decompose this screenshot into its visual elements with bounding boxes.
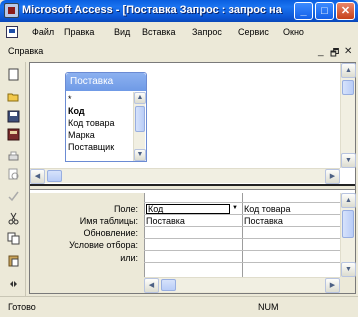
scroll-right-icon[interactable]: ▶ xyxy=(325,169,340,184)
field-list-scrollbar[interactable]: ▲ ▼ xyxy=(133,92,146,161)
scroll-thumb[interactable] xyxy=(342,210,354,238)
scroll-thumb[interactable] xyxy=(47,170,62,182)
scroll-left-icon[interactable]: ◀ xyxy=(30,169,45,184)
status-text: Готово xyxy=(8,302,36,312)
pane-splitter[interactable] xyxy=(30,184,355,190)
query-design-window: Поставка * Код Код товара Марка Поставщи… xyxy=(29,62,356,294)
field-combo-1[interactable]: Код xyxy=(146,204,230,214)
status-bar: Готово NUM xyxy=(0,296,358,317)
open-icon[interactable] xyxy=(7,90,20,103)
field-cell-2[interactable]: Код товара xyxy=(244,204,291,214)
title-bar: Microsoft Access - [Поставка Запрос : за… xyxy=(0,0,358,22)
grid-line xyxy=(144,250,340,251)
menu-help[interactable]: Справка xyxy=(8,46,43,56)
new-icon[interactable] xyxy=(7,68,20,81)
design-grid: Поле: Имя таблицы: Обновление: Условие о… xyxy=(30,193,356,293)
cut-icon[interactable] xyxy=(7,212,20,225)
scroll-right-icon[interactable]: ▶ xyxy=(325,278,340,293)
toolbar-more-icon[interactable] xyxy=(7,278,20,291)
preview-icon[interactable] xyxy=(7,168,20,181)
row-label-or: или: xyxy=(120,253,138,263)
field-list-item[interactable]: Марка xyxy=(68,129,130,141)
field-list-item[interactable]: Код xyxy=(68,105,130,117)
grid-line xyxy=(144,226,340,227)
close-button[interactable]: ✕ xyxy=(336,2,355,20)
grid-line xyxy=(144,262,340,263)
print-icon[interactable] xyxy=(7,150,20,163)
mdi-restore-button[interactable]: 🗗 xyxy=(330,46,339,63)
scroll-up-icon[interactable]: ▲ xyxy=(134,92,146,104)
app-icon[interactable] xyxy=(4,3,19,18)
grid-line xyxy=(144,214,340,215)
menu-file[interactable]: Файл xyxy=(32,27,54,37)
menu-insert[interactable]: Вставка xyxy=(142,27,175,37)
table-pane-hscrollbar[interactable]: ◀ ▶ xyxy=(30,168,340,184)
row-label-criteria: Условие отбора: xyxy=(69,240,138,250)
mdi-close-button[interactable]: ✕ xyxy=(344,46,352,57)
scroll-down-icon[interactable]: ▼ xyxy=(341,153,356,168)
minimize-button[interactable]: _ xyxy=(294,2,313,20)
field-list: * Код Код товара Марка Поставщик xyxy=(68,93,130,153)
grid-hscrollbar[interactable]: ◀ ▶ xyxy=(144,277,340,293)
window-title: Microsoft Access - [Поставка Запрос : за… xyxy=(22,4,282,16)
grid-vscrollbar[interactable]: ▲ ▼ xyxy=(340,193,356,277)
row-label-field: Поле: xyxy=(113,204,138,214)
grid-line xyxy=(144,238,340,239)
database-icon[interactable] xyxy=(7,128,20,141)
chevron-down-icon[interactable]: ▼ xyxy=(230,204,240,213)
menu-tools[interactable]: Сервис xyxy=(238,27,269,37)
num-lock-indicator: NUM xyxy=(258,302,279,312)
mdi-minimize-button[interactable]: _ xyxy=(318,46,324,57)
menu-view[interactable]: Вид xyxy=(114,27,130,37)
menu-window[interactable]: Окно xyxy=(283,27,304,37)
copy-icon[interactable] xyxy=(7,232,20,245)
field-list-item[interactable]: Код товара xyxy=(68,117,130,129)
document-icon[interactable] xyxy=(6,26,18,38)
left-toolbar xyxy=(0,62,26,296)
menu-query[interactable]: Запрос xyxy=(192,27,222,37)
scroll-down-icon[interactable]: ▼ xyxy=(341,262,356,277)
row-label-table: Имя таблицы: xyxy=(79,216,138,226)
field-list-item[interactable]: Поставщик xyxy=(68,141,130,153)
row-label-update: Обновление: xyxy=(83,228,138,238)
scroll-up-icon[interactable]: ▲ xyxy=(341,193,356,208)
scroll-thumb[interactable] xyxy=(161,279,176,291)
spell-icon[interactable] xyxy=(7,190,20,203)
scroll-thumb[interactable] xyxy=(342,80,354,95)
field-list-item[interactable]: * xyxy=(68,93,130,105)
table-cell-1[interactable]: Поставка xyxy=(146,216,185,226)
field-list-title[interactable]: Поставка xyxy=(66,73,146,91)
paste-icon[interactable] xyxy=(7,254,20,267)
table-cell-2[interactable]: Поставка xyxy=(244,216,283,226)
table-pane: Поставка * Код Код товара Марка Поставщи… xyxy=(30,63,356,184)
menu-edit[interactable]: Правка xyxy=(64,27,94,37)
field-list-window[interactable]: Поставка * Код Код товара Марка Поставщи… xyxy=(65,72,147,162)
scroll-thumb[interactable] xyxy=(135,106,145,132)
scroll-down-icon[interactable]: ▼ xyxy=(134,149,146,161)
grid-line xyxy=(144,202,340,203)
scroll-up-icon[interactable]: ▲ xyxy=(341,63,356,78)
maximize-button[interactable]: □ xyxy=(315,2,334,20)
menu-bar: Файл Правка Вид Вставка Запрос Сервис Ок… xyxy=(0,22,358,62)
scroll-left-icon[interactable]: ◀ xyxy=(144,278,159,293)
table-pane-vscrollbar[interactable]: ▲ ▼ xyxy=(340,63,356,168)
save-icon[interactable] xyxy=(7,110,20,123)
